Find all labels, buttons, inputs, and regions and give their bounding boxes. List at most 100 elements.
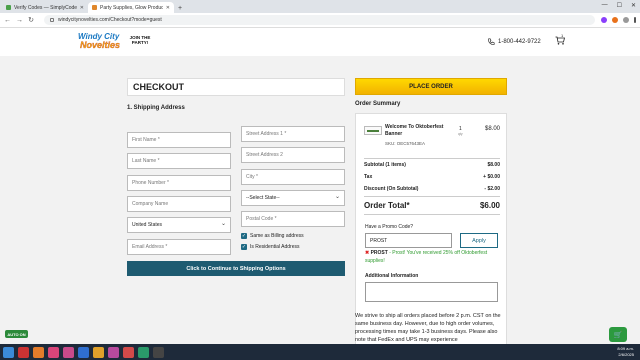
- apply-promo-button[interactable]: Apply: [460, 233, 498, 248]
- maximize-icon[interactable]: ☐: [617, 2, 622, 9]
- extensions-area: [601, 17, 636, 23]
- window-controls: — ☐ ✕: [602, 2, 636, 9]
- checkbox-checked-icon: ✓: [241, 244, 247, 250]
- discount-value: - $2.00: [484, 186, 500, 192]
- cart-item: Welcome To Oktoberfest Banner SKU: OEC57…: [364, 124, 500, 150]
- promo-code-label: Have a Promo Code?: [365, 224, 414, 230]
- item-sku: SKU: OEC57643EA: [385, 141, 426, 146]
- state-select[interactable]: --Select State--: [241, 190, 345, 206]
- phone-icon: [488, 38, 495, 45]
- auto-on-badge[interactable]: AUTO ON: [5, 330, 28, 338]
- promo-applied-message: ✖ PROST - Prost! You've received 25% off…: [365, 249, 495, 265]
- taskbar-app-icon[interactable]: [33, 346, 44, 358]
- taskbar-app-icon[interactable]: [48, 346, 59, 358]
- address-bar-row: ← → ↻ windycitynovelties.com/Checkout?mo…: [0, 13, 640, 28]
- taskbar-app-icon[interactable]: [123, 346, 134, 358]
- tax-value: + $0.00: [483, 174, 500, 180]
- email-field[interactable]: Email Address *: [127, 239, 231, 255]
- new-tab-icon[interactable]: +: [178, 5, 182, 12]
- extension-icon[interactable]: [612, 17, 618, 23]
- order-total-label: Order Total*: [364, 201, 410, 210]
- item-price: $8.00: [484, 126, 500, 132]
- phone-field[interactable]: Phone Number *: [127, 175, 231, 191]
- url-bar[interactable]: windycitynovelties.com/Checkout?mode=gue…: [44, 15, 595, 25]
- divider: [364, 214, 500, 215]
- subtotal-label: Subtotal (1 items): [364, 162, 406, 168]
- cart-count: 1: [561, 33, 564, 38]
- phone-number: 1-800-442-9722: [498, 39, 541, 45]
- close-window-icon[interactable]: ✕: [631, 2, 636, 9]
- postal-code-field[interactable]: Postal Code *: [241, 211, 345, 227]
- promo-code-input[interactable]: PROST: [365, 233, 452, 248]
- last-name-field[interactable]: Last Name *: [127, 153, 231, 169]
- taskbar-app-icon[interactable]: [153, 346, 164, 358]
- item-quantity-label: qty: [458, 132, 463, 136]
- system-clock[interactable]: 8:09 a.m. 2/6/2025: [617, 346, 634, 358]
- tax-row: Tax + $0.00: [364, 174, 500, 180]
- residential-address-checkbox[interactable]: ✓ Is Residential Address: [241, 244, 299, 250]
- menu-icon[interactable]: [634, 17, 636, 23]
- logo-tagline: JOIN THE PARTY!: [129, 35, 151, 45]
- cart-chat-icon[interactable]: 🛒: [609, 327, 627, 342]
- discount-row: Discount (On Subtotal) - $2.00: [364, 186, 500, 192]
- taskbar-app-icon[interactable]: [138, 346, 149, 358]
- city-field[interactable]: City *: [241, 169, 345, 185]
- taskbar-app-icon[interactable]: [18, 346, 29, 358]
- logo-line2: Novelties: [80, 40, 121, 50]
- close-tab-icon[interactable]: ✕: [166, 5, 170, 11]
- product-thumbnail[interactable]: [364, 126, 382, 135]
- site-logo[interactable]: Windy City Novelties JOIN THE PARTY!: [78, 32, 152, 52]
- windycity-favicon-icon: [92, 5, 97, 10]
- country-select[interactable]: United States: [127, 217, 231, 233]
- tab-party-supplies[interactable]: Party Supplies, Glow Products, N ✕: [88, 2, 174, 13]
- checkbox-checked-icon: ✓: [241, 233, 247, 239]
- start-icon[interactable]: [3, 346, 14, 358]
- tax-label: Tax: [364, 174, 373, 180]
- order-total-row: Order Total* $6.00: [364, 201, 500, 210]
- subtotal-value: $8.00: [487, 162, 500, 168]
- cart-button[interactable]: 1: [555, 33, 566, 47]
- minimize-icon[interactable]: —: [602, 2, 608, 9]
- company-field[interactable]: Company Name: [127, 196, 231, 212]
- url-text: windycitynovelties.com/Checkout?mode=gue…: [58, 17, 162, 23]
- reload-icon[interactable]: ↻: [28, 16, 34, 24]
- simplycodes-favicon-icon: [6, 5, 11, 10]
- phone-link[interactable]: 1-800-442-9722: [487, 38, 541, 46]
- remove-promo-icon[interactable]: ✖: [365, 250, 369, 256]
- taskbar-app-icon[interactable]: [93, 346, 104, 358]
- additional-info-label: Additional Information: [365, 273, 419, 279]
- shipping-column: CHECKOUT 1. Shipping Address: [127, 78, 345, 111]
- taskbar-app-icon[interactable]: [63, 346, 74, 358]
- same-as-billing-checkbox[interactable]: ✓ Same as Billing address: [241, 233, 304, 239]
- clock-date: 2/6/2025: [618, 352, 634, 357]
- applied-promo-code: PROST: [370, 250, 388, 256]
- tab-label: Verify Codes — SimplyCodes: [14, 4, 77, 11]
- checkbox-label: Same as Billing address: [250, 233, 304, 239]
- street-address-2-field[interactable]: Street Address 2: [241, 147, 345, 163]
- checkout-page: CHECKOUT 1. Shipping Address First Name …: [0, 56, 640, 360]
- site-info-icon[interactable]: [50, 18, 54, 22]
- taskbar-app-icon[interactable]: [78, 346, 89, 358]
- checkbox-label: Is Residential Address: [250, 244, 300, 250]
- continue-to-shipping-button[interactable]: Click to Continue to Shipping Options: [127, 261, 345, 276]
- additional-info-textarea[interactable]: [365, 282, 498, 302]
- cart-icon: [555, 36, 566, 45]
- extension-icon[interactable]: [601, 17, 607, 23]
- tab-verify-codes[interactable]: Verify Codes — SimplyCodes ✕: [2, 2, 88, 13]
- street-address-1-field[interactable]: Street Address 1 *: [241, 126, 345, 142]
- windows-taskbar: 8:09 a.m. 2/6/2025: [0, 344, 640, 360]
- first-name-field[interactable]: First Name *: [127, 132, 231, 148]
- shipping-note: We strive to ship all orders placed befo…: [355, 313, 501, 343]
- browser-tab-bar: Verify Codes — SimplyCodes ✕ Party Suppl…: [0, 0, 640, 13]
- divider: [364, 158, 500, 159]
- profile-icon[interactable]: [623, 17, 629, 23]
- divider: [364, 196, 500, 197]
- forward-icon[interactable]: →: [16, 17, 23, 24]
- place-order-button[interactable]: PLACE ORDER: [355, 78, 507, 95]
- back-icon[interactable]: ←: [4, 17, 11, 24]
- taskbar-app-icon[interactable]: [108, 346, 119, 358]
- close-tab-icon[interactable]: ✕: [80, 5, 84, 11]
- item-name[interactable]: Welcome To Oktoberfest Banner: [385, 124, 457, 138]
- tab-label: Party Supplies, Glow Products, N: [100, 4, 163, 11]
- discount-label: Discount (On Subtotal): [364, 186, 419, 192]
